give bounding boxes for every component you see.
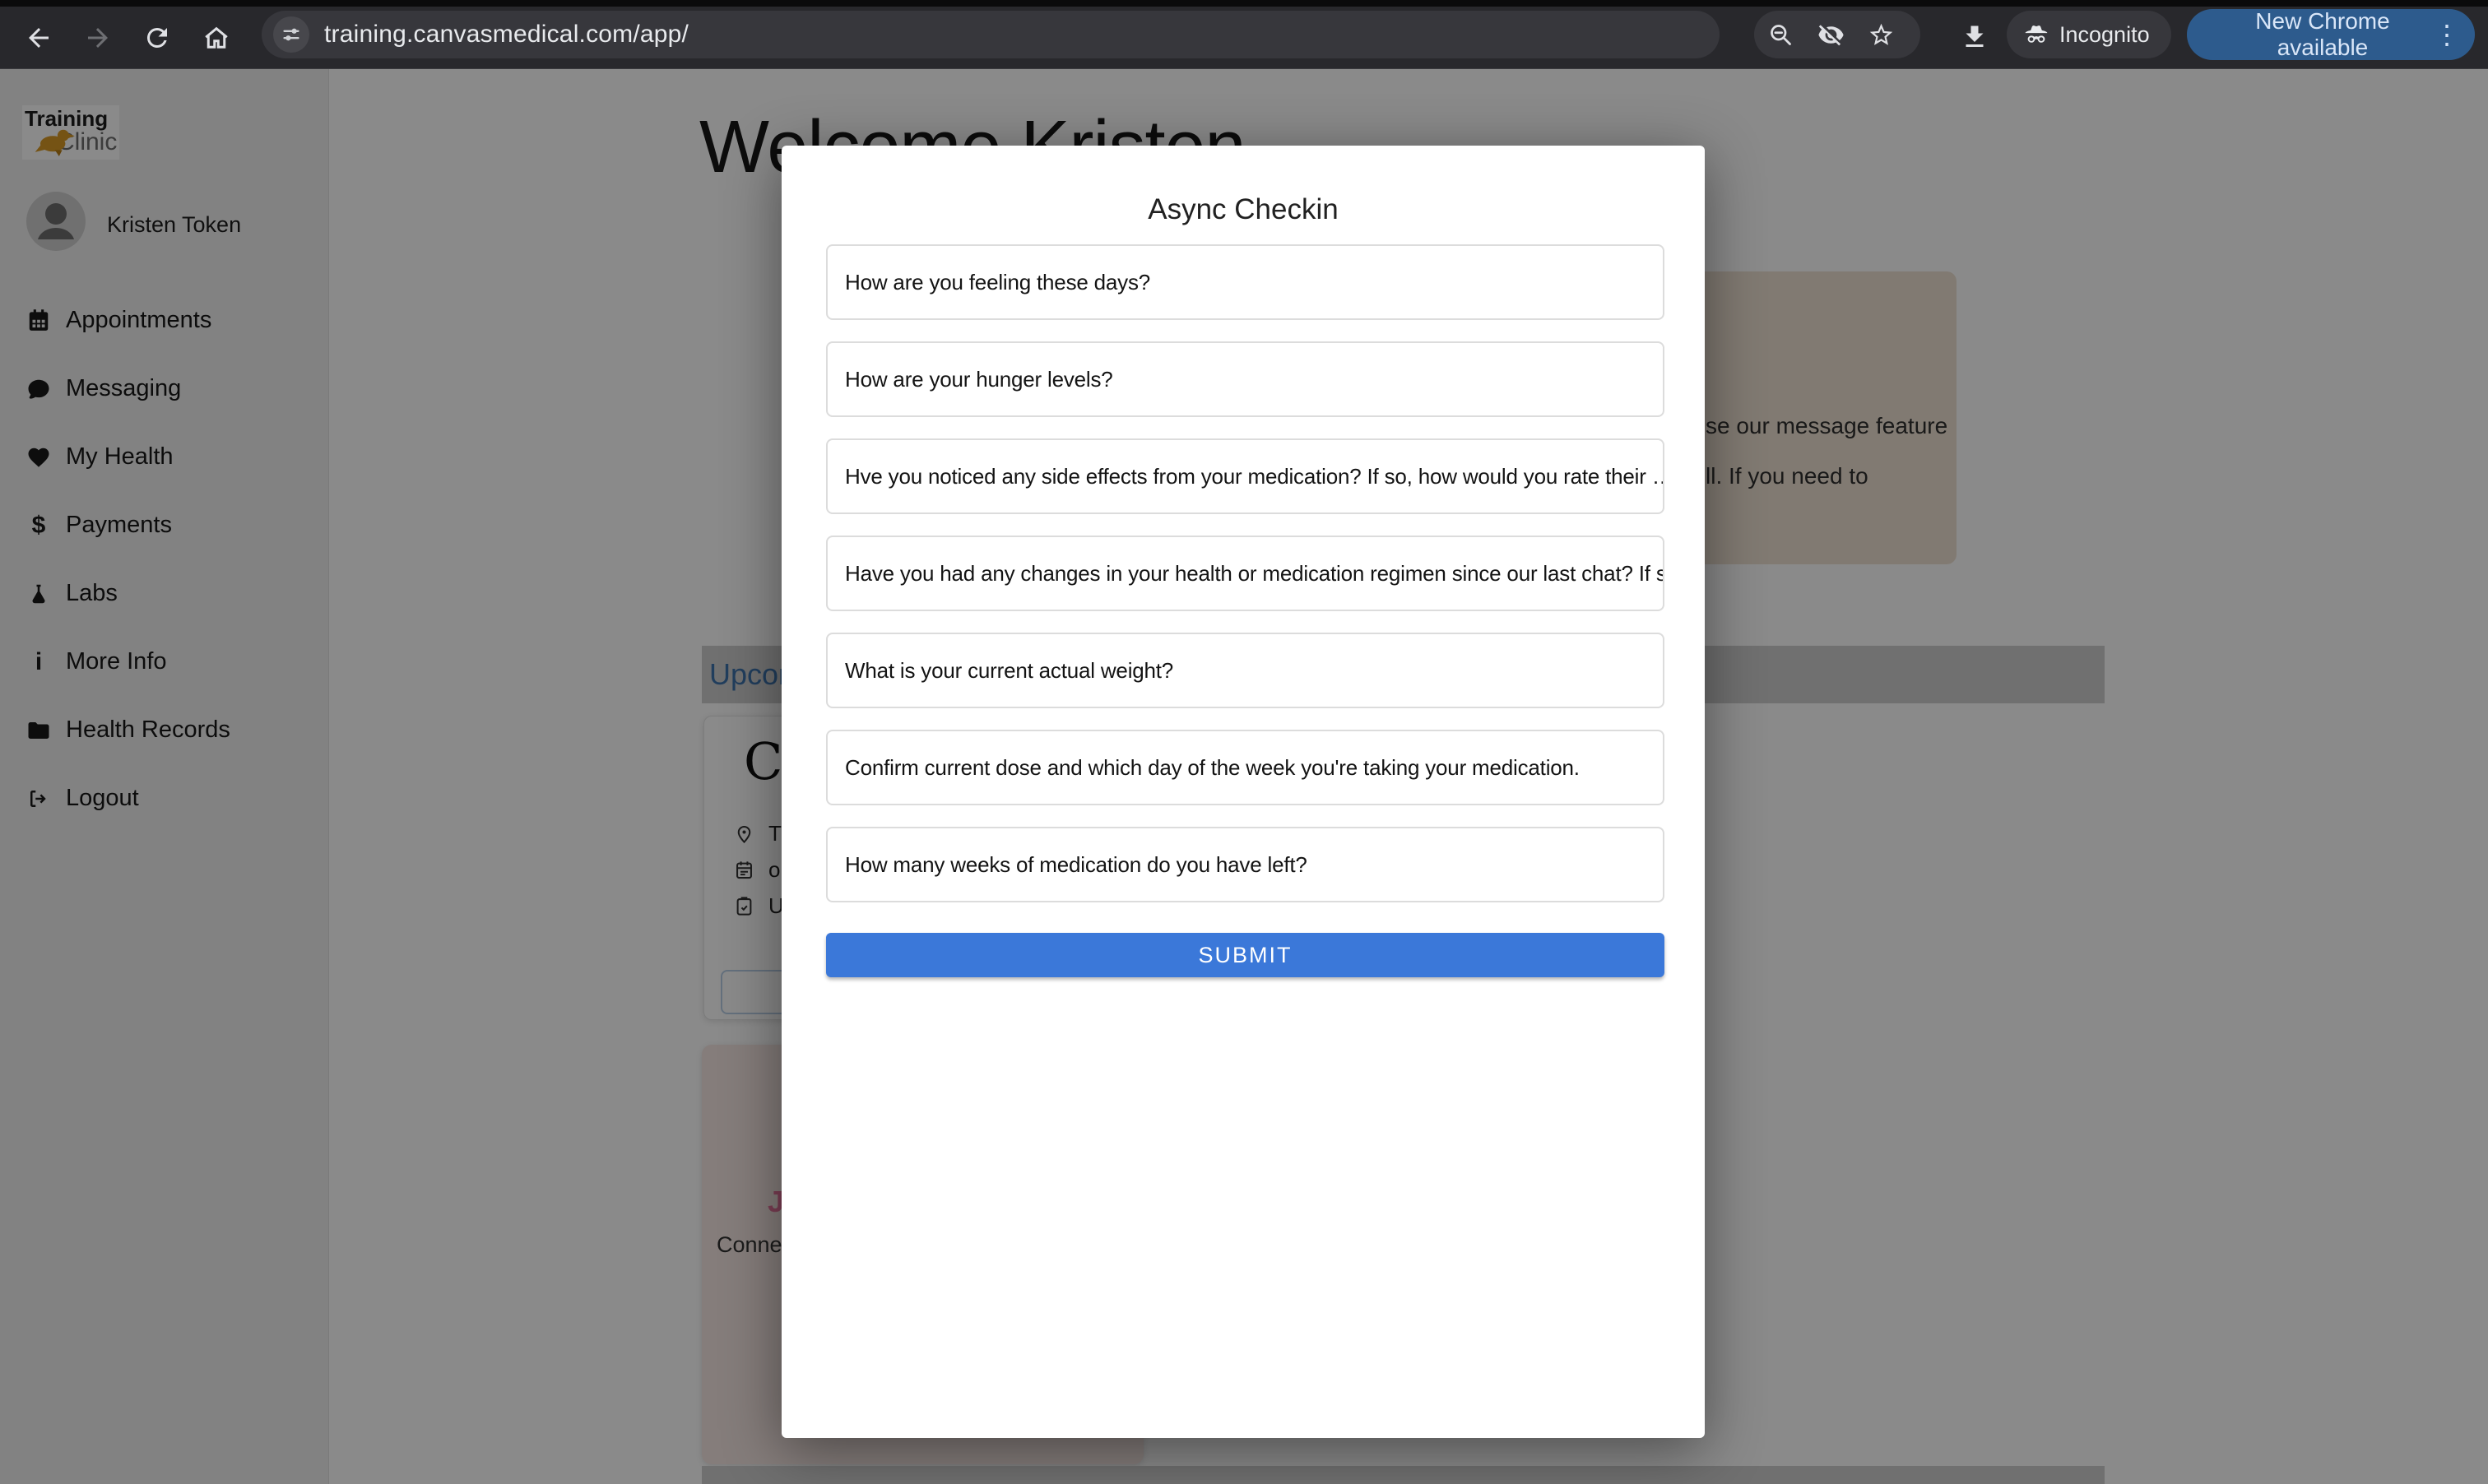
bookmark-star-icon[interactable]: [1868, 21, 1895, 49]
eye-off-icon[interactable]: [1817, 21, 1845, 49]
reload-button[interactable]: [133, 14, 181, 62]
incognito-badge: Incognito: [2007, 11, 2171, 58]
checkin-question-field-1[interactable]: How are you feeling these days?: [826, 244, 1664, 320]
checkin-question-field-6[interactable]: Confirm current dose and which day of th…: [826, 730, 1664, 805]
address-bar-actions: [1754, 11, 1920, 58]
url-text: training.canvasmedical.com/app/: [324, 21, 689, 49]
download-icon: [1960, 22, 1989, 52]
downloads-button[interactable]: [1952, 14, 1998, 60]
browser-menu-icon[interactable]: ⋮: [2434, 21, 2460, 48]
site-settings-button[interactable]: [273, 16, 309, 53]
home-button[interactable]: [193, 14, 240, 62]
zoom-out-icon[interactable]: [1767, 21, 1794, 49]
checkin-question-field-2[interactable]: How are your hunger levels?: [826, 341, 1664, 417]
incognito-label: Incognito: [2059, 22, 2150, 48]
arrow-forward-icon: [83, 23, 113, 53]
submit-button[interactable]: SUBMIT: [826, 933, 1664, 977]
browser-toolbar: training.canvasmedical.com/app/ Incognit…: [0, 0, 2488, 69]
chrome-update-label: New Chrome available: [2212, 8, 2434, 61]
checkin-question-list: How are you feeling these days? How are …: [826, 244, 1664, 902]
tune-icon: [281, 25, 301, 44]
checkin-question-field-7[interactable]: How many weeks of medication do you have…: [826, 827, 1664, 902]
checkin-question-field-3[interactable]: Hve you noticed any side effects from yo…: [826, 438, 1664, 514]
modal-title: Async Checkin: [782, 193, 1705, 226]
checkin-question-field-4[interactable]: Have you had any changes in your health …: [826, 536, 1664, 611]
address-bar[interactable]: training.canvasmedical.com/app/: [262, 11, 1720, 58]
reload-icon: [142, 23, 172, 53]
incognito-spy-icon: [2023, 21, 2049, 48]
forward-button[interactable]: [74, 14, 122, 62]
back-button[interactable]: [15, 14, 63, 62]
chrome-update-button[interactable]: New Chrome available ⋮: [2187, 9, 2475, 60]
checkin-question-field-5[interactable]: What is your current actual weight?: [826, 633, 1664, 708]
async-checkin-modal: Async Checkin How are you feeling these …: [782, 146, 1705, 1438]
home-icon: [202, 23, 231, 53]
arrow-back-icon: [24, 23, 53, 53]
